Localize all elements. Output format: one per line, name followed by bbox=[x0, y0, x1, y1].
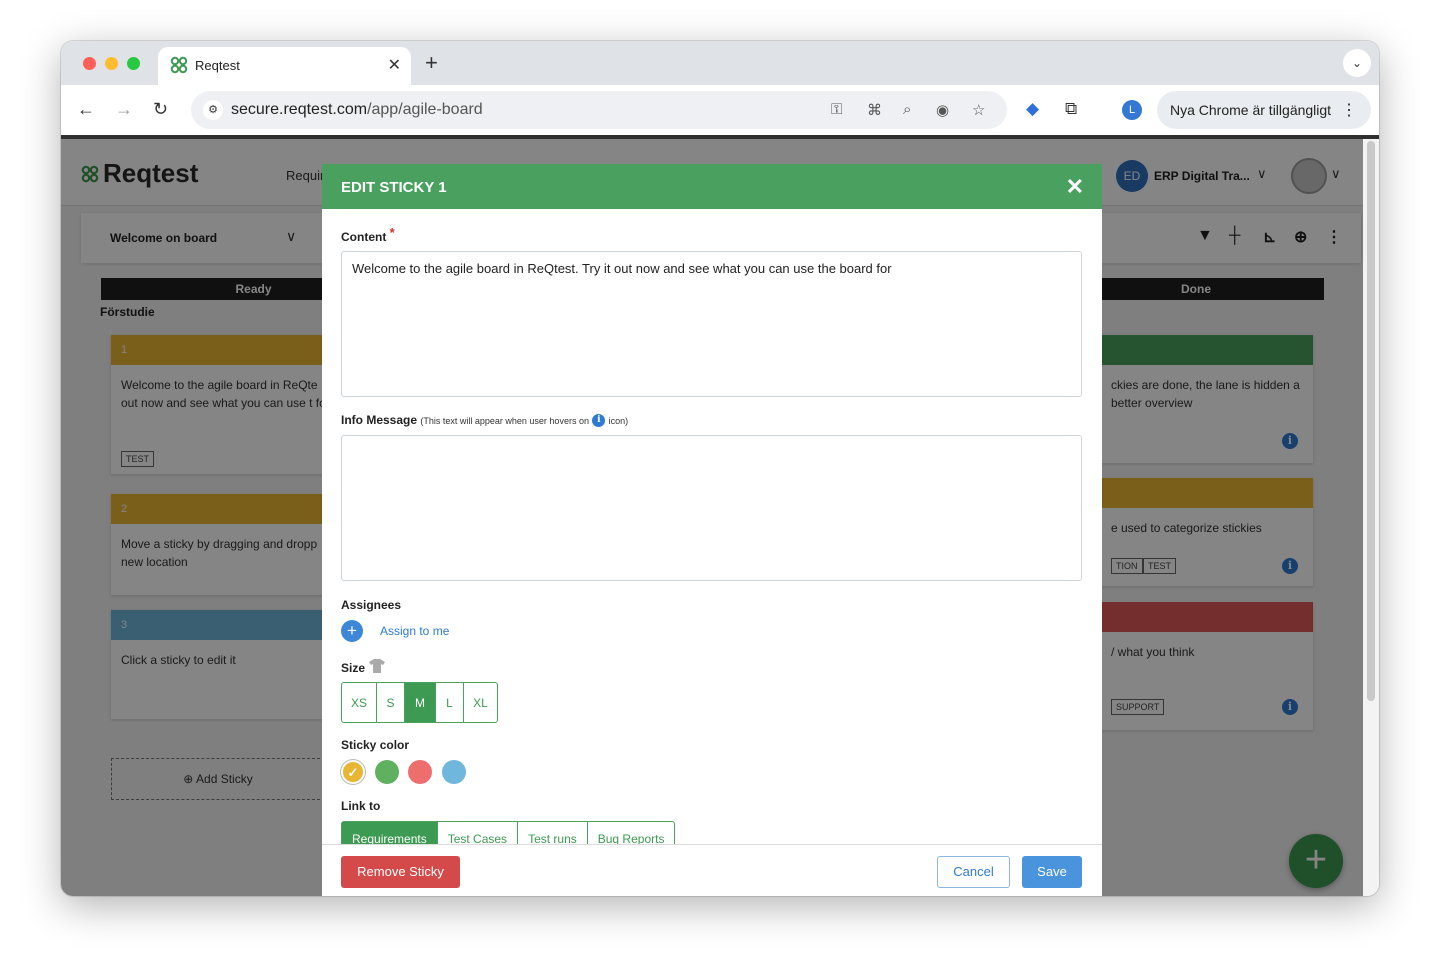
site-settings-icon[interactable]: ⚙ bbox=[203, 100, 223, 120]
size-l-button[interactable]: L bbox=[436, 682, 464, 723]
remove-sticky-button[interactable]: Remove Sticky bbox=[341, 856, 460, 888]
tab-search-chevron-icon[interactable]: ⌄ bbox=[1343, 49, 1371, 77]
size-label: Size bbox=[341, 661, 366, 675]
url-text: secure.reqtest.com/app/agile-board bbox=[231, 101, 483, 118]
back-arrow-icon[interactable]: ← bbox=[77, 99, 95, 120]
info-message-textarea[interactable] bbox=[341, 435, 1082, 581]
color-swatch-red[interactable] bbox=[408, 760, 432, 784]
close-window-button[interactable] bbox=[83, 57, 96, 70]
translate-icon[interactable]: ⌘ bbox=[867, 101, 882, 119]
color-swatch-blue[interactable] bbox=[442, 760, 466, 784]
page-scrollbar[interactable] bbox=[1367, 141, 1375, 701]
minimize-window-button[interactable] bbox=[105, 57, 118, 70]
zoom-window-button[interactable] bbox=[127, 57, 140, 70]
size-xs-button[interactable]: XS bbox=[341, 682, 377, 723]
content-label: Content * bbox=[341, 225, 395, 244]
save-button[interactable]: Save bbox=[1022, 856, 1082, 888]
size-m-button[interactable]: M bbox=[405, 682, 436, 723]
close-tab-icon[interactable]: ✕ bbox=[388, 55, 401, 75]
browser-toolbar: ← → ↻ ⚙ secure.reqtest.com/app/agile-boa… bbox=[61, 85, 1379, 135]
new-tab-icon[interactable]: + bbox=[425, 50, 438, 76]
color-swatch-yellow-check-icon[interactable]: ✓ bbox=[341, 760, 365, 784]
forward-arrow-icon[interactable]: → bbox=[115, 99, 133, 120]
size-selector: XS S M L XL bbox=[341, 682, 498, 723]
reqtest-favicon-icon bbox=[170, 56, 188, 74]
modal-title: EDIT STICKY 1 bbox=[341, 179, 447, 196]
extensions-puzzle-icon[interactable]: ⧉ bbox=[1065, 99, 1077, 119]
password-key-icon[interactable]: ⚿ bbox=[831, 101, 842, 118]
info-message-label: Info Message (This text will appear when… bbox=[341, 413, 629, 428]
cancel-button[interactable]: Cancel bbox=[937, 856, 1010, 888]
size-s-button[interactable]: S bbox=[377, 682, 405, 723]
color-swatch-green[interactable] bbox=[375, 760, 399, 784]
modal-footer: Remove Sticky Cancel Save bbox=[322, 844, 1102, 896]
bookmark-star-icon[interactable]: ☆ bbox=[972, 101, 985, 119]
reqtest-app: Reqtest Requir ED ERP Digital Tra... ∨ ∨… bbox=[61, 135, 1379, 896]
kebab-menu-icon[interactable]: ⋮ bbox=[1341, 100, 1357, 120]
profile-avatar[interactable]: L bbox=[1122, 100, 1142, 120]
chrome-update-chip[interactable]: Nya Chrome är tillgängligt ⋮ bbox=[1157, 91, 1371, 129]
reload-icon[interactable]: ↻ bbox=[153, 99, 168, 120]
sticky-color-label: Sticky color bbox=[341, 738, 410, 752]
assignees-label: Assignees bbox=[341, 598, 402, 612]
browser-window: Reqtest ✕ + ⌄ ← → ↻ ⚙ secure.reqtest.com… bbox=[61, 41, 1379, 896]
size-xl-button[interactable]: XL bbox=[464, 682, 498, 723]
tab-strip: Reqtest ✕ + ⌄ bbox=[61, 41, 1379, 85]
edit-sticky-modal: EDIT STICKY 1 ✕ Content * Welcome to the… bbox=[322, 164, 1102, 896]
link-to-label: Link to bbox=[341, 799, 381, 813]
tab-title: Reqtest bbox=[195, 58, 240, 73]
zoom-icon[interactable]: ⌕ bbox=[903, 101, 911, 118]
address-bar[interactable]: ⚙ secure.reqtest.com/app/agile-board ⚿ ⌘… bbox=[191, 91, 1007, 129]
content-textarea[interactable]: Welcome to the agile board in ReQtest. T… bbox=[341, 251, 1082, 397]
add-assignee-plus-icon[interactable]: + bbox=[341, 620, 363, 642]
browser-tab[interactable]: Reqtest ✕ bbox=[158, 47, 411, 85]
extension-tag-icon[interactable]: ◆ bbox=[1026, 99, 1039, 119]
close-icon[interactable]: ✕ bbox=[1066, 174, 1084, 200]
assign-to-me-link[interactable]: Assign to me bbox=[380, 624, 449, 638]
tracking-blocked-eye-icon[interactable]: ◉ bbox=[936, 101, 949, 119]
tshirt-icon bbox=[369, 659, 385, 673]
info-icon: i bbox=[592, 414, 606, 428]
